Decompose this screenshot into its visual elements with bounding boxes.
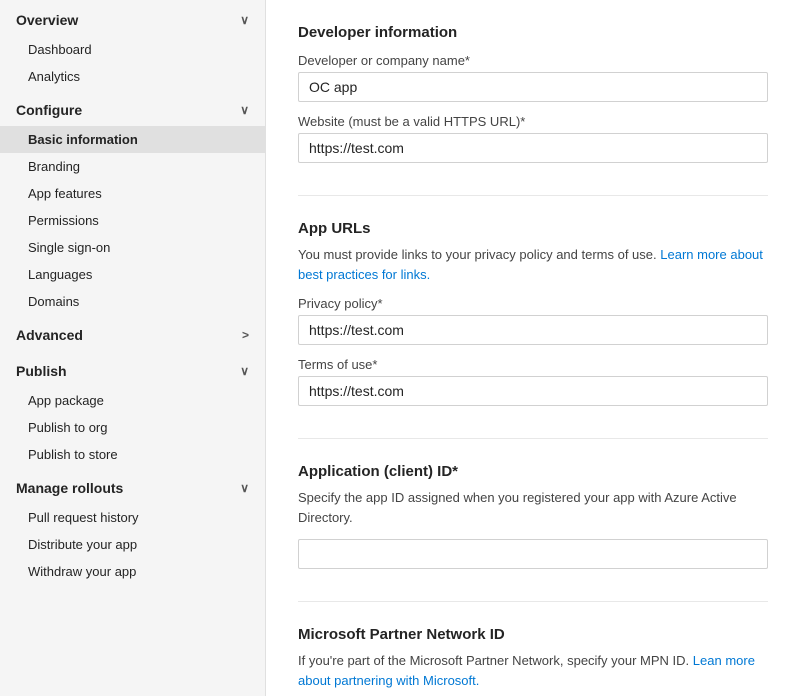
- privacy-policy-input[interactable]: [298, 315, 768, 345]
- app-client-id-section: Application (client) ID* Specify the app…: [298, 463, 768, 569]
- sidebar-item-basic-information[interactable]: Basic information: [0, 126, 265, 153]
- chevron-icon: ∨: [240, 13, 249, 27]
- sidebar-item-dashboard[interactable]: Dashboard: [0, 36, 265, 63]
- sidebar-item-domains[interactable]: Domains: [0, 288, 265, 315]
- app-urls-section: App URLs You must provide links to your …: [298, 220, 768, 406]
- sidebar-item-languages[interactable]: Languages: [0, 261, 265, 288]
- website-input[interactable]: [298, 133, 768, 163]
- chevron-icon: ∨: [240, 103, 249, 117]
- terms-of-use-label: Terms of use*: [298, 357, 768, 372]
- dev-name-input[interactable]: [298, 72, 768, 102]
- sidebar-section-label: Overview: [16, 12, 78, 28]
- developer-info-title: Developer information: [298, 24, 768, 41]
- sidebar-item-single-sign-on[interactable]: Single sign-on: [0, 234, 265, 261]
- sidebar-section-configure[interactable]: Configure ∨: [0, 90, 265, 126]
- dev-name-label: Developer or company name*: [298, 53, 768, 68]
- website-label: Website (must be a valid HTTPS URL)*: [298, 114, 768, 129]
- sidebar-item-publish-to-store[interactable]: Publish to store: [0, 441, 265, 468]
- privacy-policy-label: Privacy policy*: [298, 296, 768, 311]
- sidebar-item-app-package[interactable]: App package: [0, 387, 265, 414]
- sidebar-section-publish[interactable]: Publish ∨: [0, 351, 265, 387]
- terms-of-use-input[interactable]: [298, 376, 768, 406]
- sidebar-item-app-features[interactable]: App features: [0, 180, 265, 207]
- sidebar-item-distribute-your-app[interactable]: Distribute your app: [0, 531, 265, 558]
- sidebar-item-withdraw-your-app[interactable]: Withdraw your app: [0, 558, 265, 585]
- sidebar-section-label: Advanced: [16, 327, 83, 343]
- sidebar-item-analytics[interactable]: Analytics: [0, 63, 265, 90]
- app-urls-title: App URLs: [298, 220, 768, 237]
- sidebar-section-label: Configure: [16, 102, 82, 118]
- sidebar-section-advanced[interactable]: Advanced >: [0, 315, 265, 351]
- developer-information-section: Developer information Developer or compa…: [298, 24, 768, 163]
- sidebar-item-branding[interactable]: Branding: [0, 153, 265, 180]
- app-client-id-description: Specify the app ID assigned when you reg…: [298, 488, 768, 527]
- sidebar-item-permissions[interactable]: Permissions: [0, 207, 265, 234]
- sidebar-section-label: Manage rollouts: [16, 480, 123, 496]
- mpn-description: If you're part of the Microsoft Partner …: [298, 651, 768, 690]
- sidebar-section-label: Publish: [16, 363, 67, 379]
- chevron-icon: ∨: [240, 364, 249, 378]
- sidebar-item-pull-request-history[interactable]: Pull request history: [0, 504, 265, 531]
- sidebar-section-overview[interactable]: Overview ∨: [0, 0, 265, 36]
- sidebar: Overview ∨ DashboardAnalytics Configure ∨ Bas…: [0, 0, 266, 696]
- sidebar-item-publish-to-org[interactable]: Publish to org: [0, 414, 265, 441]
- mpn-section: Microsoft Partner Network ID If you're p…: [298, 626, 768, 696]
- app-urls-description: You must provide links to your privacy p…: [298, 245, 768, 284]
- chevron-icon: ∨: [240, 481, 249, 495]
- mpn-title: Microsoft Partner Network ID: [298, 626, 768, 643]
- app-client-id-input[interactable]: [298, 539, 768, 569]
- app-client-id-title: Application (client) ID*: [298, 463, 768, 480]
- sidebar-section-manage-rollouts[interactable]: Manage rollouts ∨: [0, 468, 265, 504]
- main-content: Developer information Developer or compa…: [266, 0, 800, 696]
- chevron-icon: >: [242, 328, 249, 342]
